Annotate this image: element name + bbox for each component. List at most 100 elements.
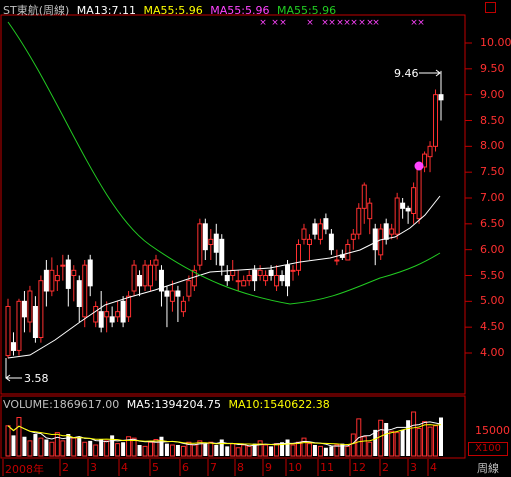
date-tick-label: 2 <box>382 461 389 474</box>
candle-body <box>115 311 121 318</box>
candle-body <box>400 202 406 209</box>
volume-bar <box>180 445 186 457</box>
volume-bar <box>175 445 180 456</box>
candle-body <box>148 264 154 287</box>
volume-bar <box>5 425 11 457</box>
date-tick-label: 5 <box>152 461 159 474</box>
candle-body <box>235 280 241 283</box>
volume-bar <box>16 417 22 457</box>
candle-body <box>87 259 93 287</box>
volume-bar <box>269 446 274 456</box>
volume-bar <box>373 429 378 456</box>
x-mark: × <box>259 18 267 28</box>
candlestick-series <box>5 70 444 359</box>
volume-bar <box>295 441 301 457</box>
candle-body <box>175 290 181 297</box>
volume-bar <box>225 446 230 456</box>
volume-bar <box>214 445 219 456</box>
volume-bar <box>27 440 33 457</box>
x-mark: × <box>417 18 425 28</box>
candle-body <box>427 145 433 158</box>
date-tick-label: 9 <box>265 461 272 474</box>
candle-body <box>328 233 334 251</box>
volume-bar <box>191 444 197 457</box>
candle-body <box>345 244 351 261</box>
volume-scale-button[interactable]: X100 <box>468 442 508 456</box>
window-toggle-button[interactable] <box>485 2 496 13</box>
candle-body <box>411 187 417 215</box>
date-tick-label: 3 <box>410 461 417 474</box>
volume-bar <box>246 445 252 457</box>
price-tick-label: 10.00 <box>480 36 511 49</box>
candle-body <box>378 228 384 256</box>
ma55-label-yellow: MA55:5.96 <box>143 4 203 17</box>
candle-body <box>246 275 252 282</box>
volume-bar <box>169 444 175 457</box>
volume-bar <box>317 445 323 457</box>
volume-bar <box>93 444 99 457</box>
candle-body <box>361 184 367 209</box>
candle-body <box>290 269 296 272</box>
volume-bar <box>389 430 395 457</box>
x-mark: × <box>279 18 287 28</box>
volume-bar <box>11 435 16 456</box>
price-tick-label: 5.50 <box>480 268 505 282</box>
candle-body <box>268 269 274 277</box>
candle-body <box>98 311 104 328</box>
candle-body <box>285 264 291 287</box>
candle-body <box>197 223 203 266</box>
x-mark: × <box>372 18 380 28</box>
volume-bar <box>416 428 422 457</box>
candle-body <box>104 311 110 318</box>
volume-bar <box>235 447 241 457</box>
candle-body <box>383 223 389 240</box>
ma13-line <box>7 195 441 359</box>
x-mark: × <box>306 18 314 28</box>
signal-marker <box>414 161 424 171</box>
price-tick-label: 7.00 <box>480 191 505 204</box>
ma55-label-green: MA55:5.96 <box>276 4 337 17</box>
volume-bar <box>274 443 280 457</box>
volume-bars <box>5 411 443 457</box>
high-price-annotation: 9.46 <box>394 67 419 80</box>
price-tick-label: 8.00 <box>480 139 505 153</box>
volume-bar <box>99 439 104 456</box>
candle-body <box>71 269 77 277</box>
chart-title-bar: ST東航(周線) MA13:7.11 MA55:5.96 MA55:5.96 M… <box>3 2 340 18</box>
candle-body <box>323 218 329 230</box>
candle-body <box>54 275 60 282</box>
date-tick-label: 8 <box>237 461 244 474</box>
x-mark: × <box>271 18 279 28</box>
candle-body <box>356 207 362 235</box>
candle-body <box>93 306 99 323</box>
volume-bar <box>345 445 351 457</box>
price-tick-label: 9.00 <box>480 87 505 101</box>
candle-body <box>312 223 318 235</box>
date-tick-label: 6 <box>182 461 189 474</box>
volume-bar <box>77 436 82 456</box>
volume-bar <box>164 443 169 456</box>
volume-bar <box>406 420 411 456</box>
volume-bar <box>49 441 55 457</box>
volume-bar <box>334 444 340 457</box>
volume-bar <box>384 423 389 456</box>
low-price-annotation: 3.58 <box>24 372 49 385</box>
volume-bar <box>88 440 93 456</box>
candle-body <box>416 166 422 220</box>
candle-body <box>109 316 115 323</box>
candle-body <box>213 233 219 253</box>
volume-bar <box>394 432 400 457</box>
volume-bar <box>137 445 142 456</box>
candle-body <box>169 290 175 302</box>
date-tick-label: 12 <box>352 461 366 474</box>
volume-bar <box>361 436 367 457</box>
volume-bar <box>60 440 66 457</box>
signal-x-marks: × × × × × × × × × × ×× × × <box>259 18 425 28</box>
volume-bar <box>367 441 373 457</box>
period-button[interactable]: 周線 <box>468 461 508 476</box>
volume-axis-label: 15000 <box>475 424 510 437</box>
date-tick-label: 2 <box>62 461 69 474</box>
volume-bar <box>38 437 44 457</box>
volume-bar <box>323 447 328 456</box>
candle-body <box>433 94 439 147</box>
